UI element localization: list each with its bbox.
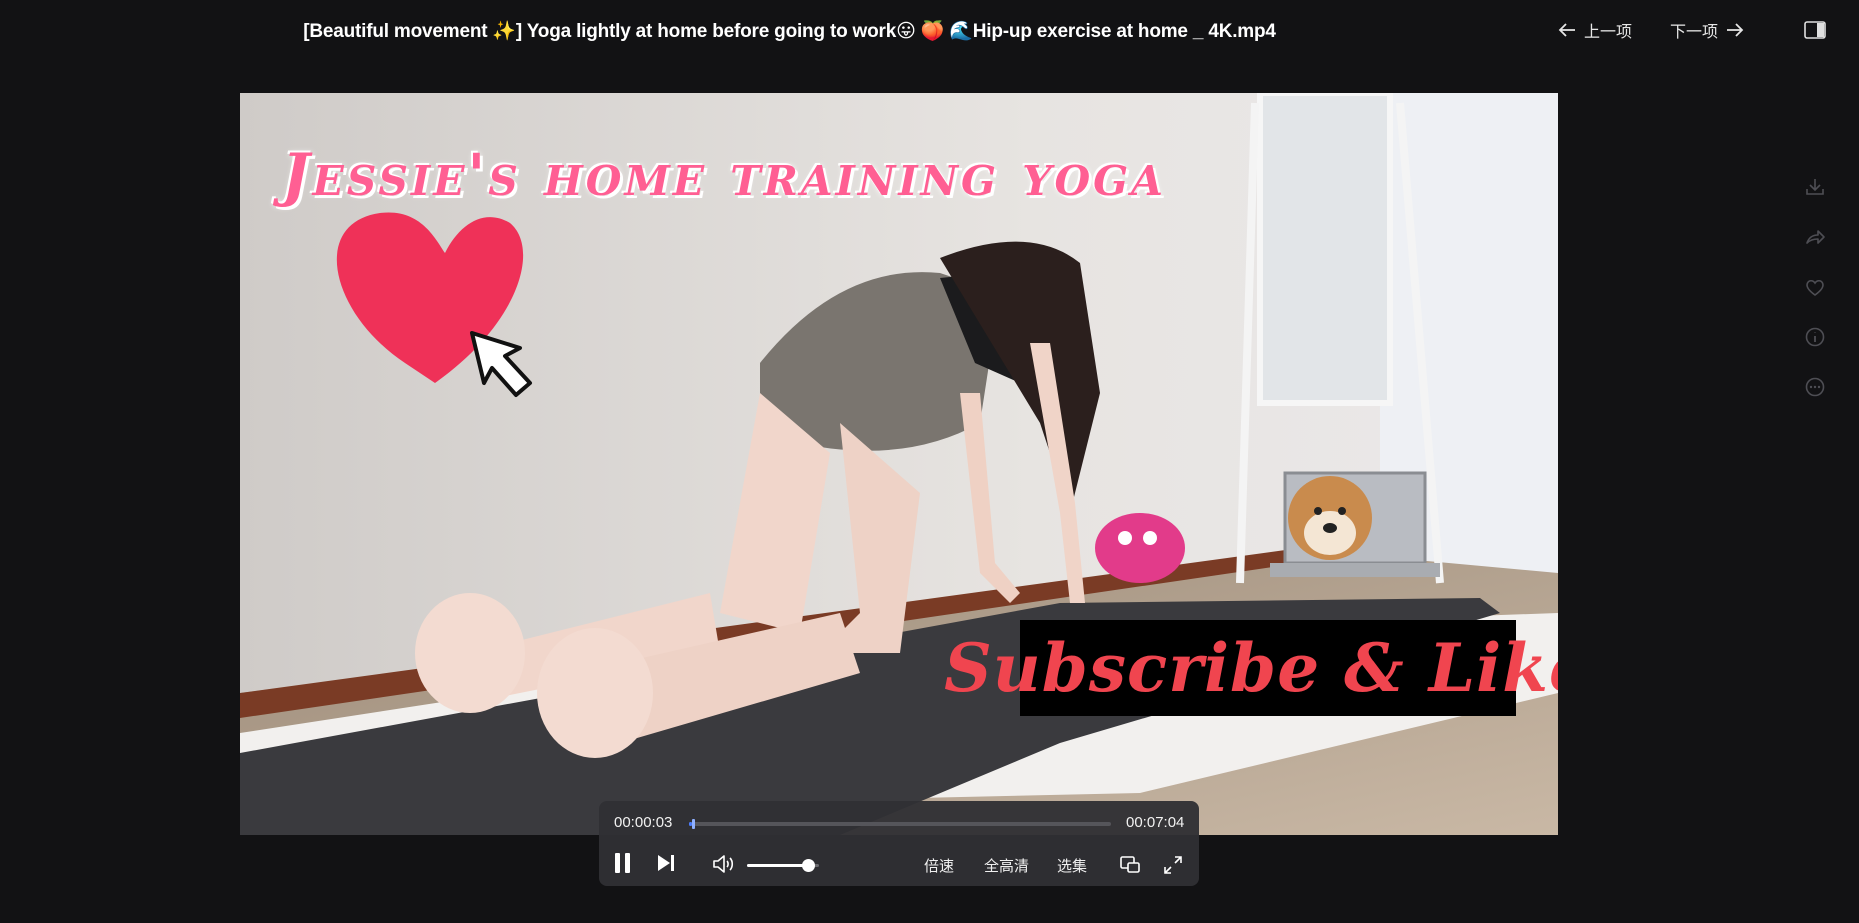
next-item-label: 下一项 (1670, 22, 1719, 41)
episodes-button[interactable]: 选集 (1057, 855, 1087, 876)
total-time: 00:07:04 (1126, 814, 1185, 831)
current-time: 00:00:03 (614, 814, 673, 831)
next-video-button[interactable] (655, 851, 677, 880)
share-button[interactable] (1804, 226, 1826, 248)
picture-in-picture-icon (1120, 856, 1140, 873)
progress-handle[interactable] (691, 819, 695, 829)
top-bar: [Beautiful movement ✨] Yoga lightly at h… (0, 0, 1859, 62)
next-item-button[interactable]: 下一项 (1670, 18, 1744, 42)
volume-fill (747, 864, 809, 867)
skip-next-icon (658, 855, 674, 871)
download-icon (1806, 179, 1824, 195)
volume-handle[interactable] (802, 859, 816, 872)
progress-bar[interactable] (689, 819, 1111, 829)
arrow-right-icon (1727, 23, 1744, 37)
download-button[interactable] (1804, 176, 1826, 198)
pause-button[interactable] (612, 851, 634, 880)
volume-button[interactable] (711, 853, 737, 880)
playback-speed-button[interactable]: 倍速 (924, 855, 954, 876)
more-icon (1805, 377, 1825, 397)
video-player[interactable]: Jessie's home training yoga Subscribe & … (240, 93, 1558, 835)
quality-button[interactable]: 全高清 (984, 855, 1029, 876)
previous-item-label: 上一项 (1584, 22, 1633, 41)
more-button[interactable] (1804, 376, 1826, 398)
picture-in-picture-button[interactable] (1119, 854, 1141, 879)
arrow-left-icon (1558, 23, 1575, 37)
subscribe-like-banner: Subscribe & Like (944, 620, 1558, 716)
info-button[interactable] (1804, 326, 1826, 348)
video-title: [Beautiful movement ✨] Yoga lightly at h… (303, 21, 1276, 42)
heart-icon (1806, 279, 1824, 296)
overlay-channel-title: Jessie's home training yoga (282, 141, 1166, 209)
volume-icon (713, 855, 734, 873)
volume-slider[interactable] (747, 859, 819, 872)
right-toolbar (1804, 176, 1826, 426)
sidebar-panel-icon (1804, 21, 1826, 39)
fullscreen-icon (1164, 856, 1182, 874)
sidebar-toggle-button[interactable] (1804, 20, 1826, 45)
info-icon (1805, 327, 1825, 347)
previous-item-button[interactable]: 上一项 (1558, 18, 1632, 42)
pause-icon (615, 853, 630, 873)
fullscreen-button[interactable] (1162, 854, 1184, 881)
subscribe-like-text: Subscribe & Like (944, 629, 1558, 707)
favorite-button[interactable] (1804, 276, 1826, 298)
player-controls: 00:00:03 00:07:04 倍速 全高清 选集 (599, 801, 1199, 886)
share-icon (1806, 230, 1825, 244)
